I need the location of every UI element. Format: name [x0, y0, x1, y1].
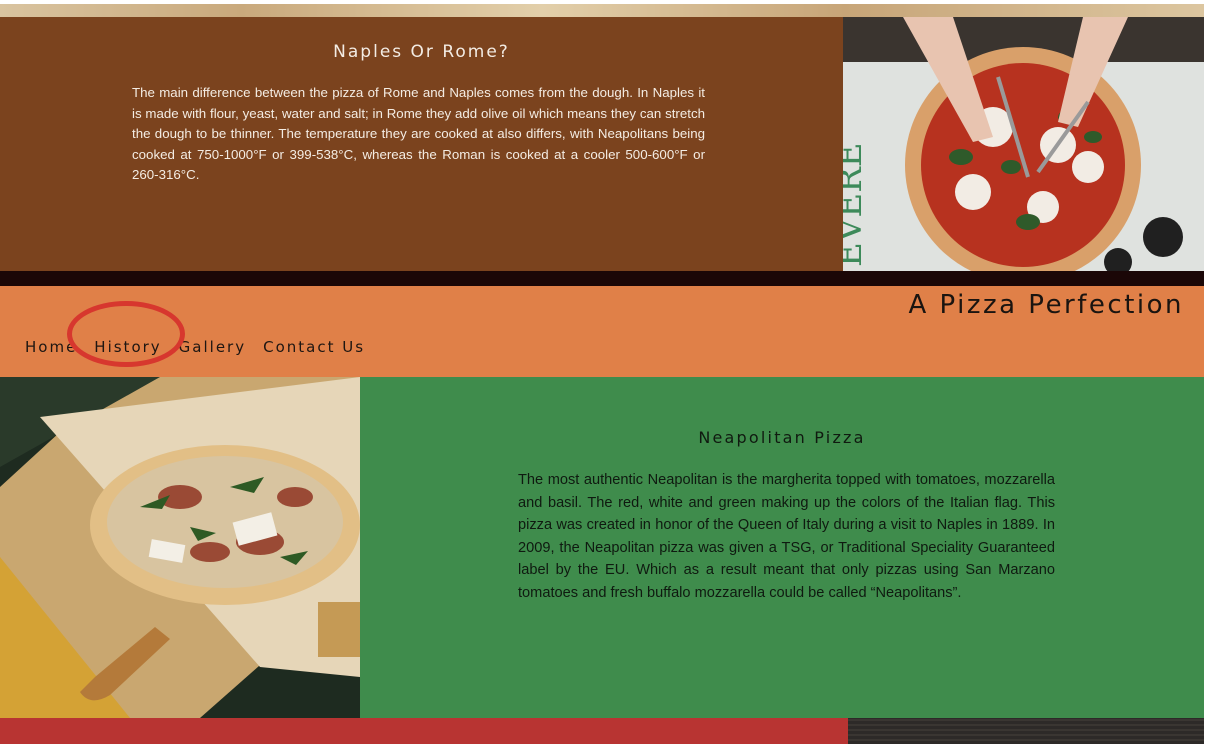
nav-home[interactable]: Home	[25, 338, 77, 356]
marble-strip	[0, 0, 1206, 17]
next-section-red	[0, 718, 848, 744]
section-heading: Neapolitan Pizza	[698, 428, 866, 447]
site-title: A Pizza Perfection	[908, 290, 1184, 320]
site-header: A Pizza Perfection Home History Gallery …	[0, 286, 1204, 377]
nav-history[interactable]: History	[94, 338, 161, 356]
divider-bar	[0, 271, 1206, 286]
main-nav: Home History Gallery Contact Us	[25, 338, 365, 356]
nav-contact-us[interactable]: Contact Us	[263, 338, 365, 356]
nav-gallery[interactable]: Gallery	[179, 338, 246, 356]
naples-or-rome-section: Naples Or Rome? The main difference betw…	[0, 17, 843, 271]
section-body: The most authentic Neapolitan is the mar…	[518, 472, 1055, 601]
section-heading: Naples Or Rome?	[333, 42, 510, 62]
pizza-paddle-photo	[0, 377, 360, 718]
svg-text:EVERE: EVERE	[843, 142, 870, 267]
pizza-table-photo: EVERE	[843, 17, 1204, 271]
next-section-photo	[848, 718, 1204, 744]
section-body: The main difference between the pizza of…	[132, 85, 705, 183]
neapolitan-pizza-section: Neapolitan Pizza The most authentic Neap…	[360, 377, 1204, 718]
